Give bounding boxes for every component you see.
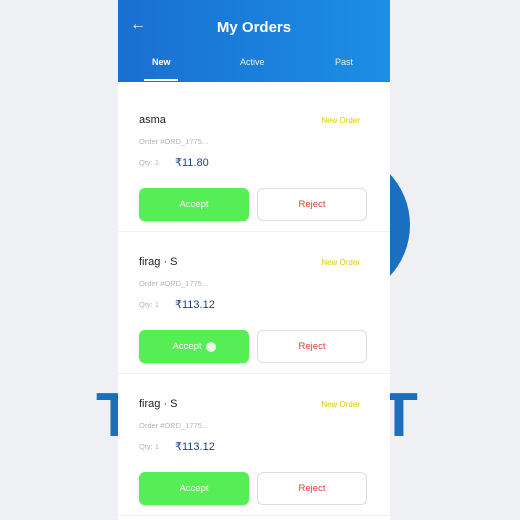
phone-screen: ← My Orders New Active Past asma New Ord… <box>118 0 390 520</box>
order-card: firag · S New Order Order #ORD_1775... Q… <box>118 374 390 516</box>
order-price: ₹113.12 <box>175 299 215 311</box>
order-quantity: Qty: 1 <box>139 158 160 167</box>
order-card: asma New Order Order #ORD_1775... Qty: 1… <box>118 90 390 232</box>
status-badge: New Order <box>321 116 360 125</box>
order-quantity: Qty: 1 <box>139 442 160 451</box>
touch-indicator <box>205 341 216 352</box>
accept-button-label: Accept <box>179 483 209 494</box>
page-title: My Orders <box>216 19 292 36</box>
order-price: ₹113.12 <box>175 441 215 453</box>
reject-button-label: Reject <box>298 199 326 210</box>
order-number: Order #ORD_1775... <box>139 421 209 430</box>
status-badge: New Order <box>321 258 360 267</box>
tab-past[interactable]: Past <box>335 57 353 67</box>
order-price: ₹11.80 <box>175 157 209 169</box>
customer-name: asma <box>139 114 166 126</box>
accept-button[interactable]: Accept <box>139 188 249 221</box>
reject-button[interactable]: Reject <box>257 472 367 505</box>
customer-name: firag · S <box>139 398 178 410</box>
accept-button[interactable]: Accept <box>139 472 249 505</box>
reject-button[interactable]: Reject <box>257 188 367 221</box>
accept-button[interactable]: Accept <box>139 330 249 363</box>
order-number: Order #ORD_1775... <box>139 279 209 288</box>
accept-button-label: Accept <box>179 199 209 210</box>
order-tabs: New Active Past <box>118 57 390 82</box>
customer-name: firag · S <box>139 256 178 268</box>
reject-button-label: Reject <box>298 341 326 352</box>
active-tab-indicator <box>144 79 178 81</box>
app-header: ← My Orders New Active Past <box>118 0 390 82</box>
tab-new[interactable]: New <box>152 57 171 67</box>
order-number: Order #ORD_1775... <box>139 137 209 146</box>
tab-active[interactable]: Active <box>240 57 265 67</box>
status-badge: New Order <box>321 400 360 409</box>
reject-button[interactable]: Reject <box>257 330 367 363</box>
order-card: firag · S New Order Order #ORD_1775... Q… <box>118 232 390 374</box>
order-quantity: Qty: 1 <box>139 300 160 309</box>
accept-button-label: Accept <box>172 341 202 352</box>
reject-button-label: Reject <box>298 483 326 494</box>
